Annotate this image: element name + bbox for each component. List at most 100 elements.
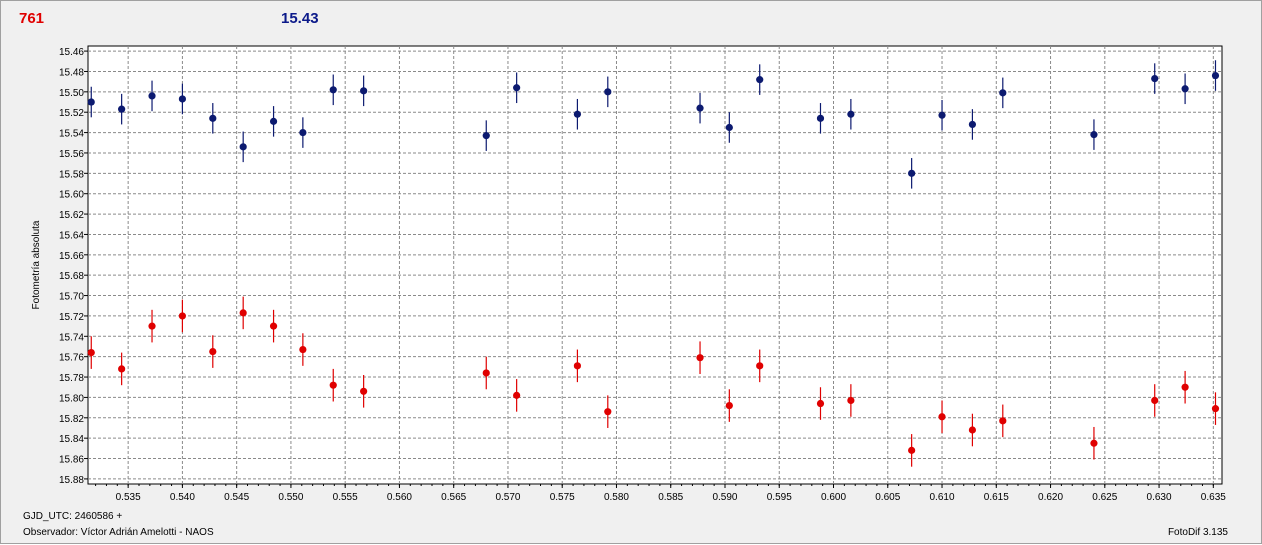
y-tick-label: 15.82 [59,414,84,425]
x-tick-label: 0.545 [224,492,249,503]
x-tick-label: 0.560 [387,492,412,503]
data-point [178,312,187,320]
version-label: FotoDif 3.135 [1167,527,1228,538]
x-tick-label: 0.535 [116,492,141,503]
y-axis-label: Fotometría absoluta [31,220,42,309]
data-point [299,128,307,137]
data-point [513,84,521,92]
x-tick-label: 0.635 [1201,492,1226,503]
y-tick-label: 15.68 [59,271,84,282]
y-tick-label: 15.66 [59,251,84,262]
x-tick-label: 0.570 [495,492,520,503]
observer-label: Observador: Víctor Adrián Amelotti - NAO… [23,527,214,538]
y-tick-label: 15.88 [59,475,84,486]
x-tick-label: 0.625 [1092,492,1117,503]
data-point [209,114,217,122]
x-tick-label: 0.605 [875,492,900,503]
data-point [269,117,278,125]
gjd-utc-label: GJD_UTC: 2460586 + [23,511,123,522]
data-point [239,143,247,151]
x-tick-label: 0.575 [550,492,575,503]
x-tick-label: 0.600 [821,492,846,503]
photometry-chart: 15.46 15.48 15.50 15.52 15.54 15.56 15.58 15.60… [31,45,1226,503]
data-point [118,105,126,113]
x-tick-label: 0.585 [658,492,683,503]
data-point [482,132,490,140]
x-tick-label: 0.580 [604,492,629,503]
x-axis-ticks: 0.535 0.540 0.545 0.550 0.555 0.560 0.565 0.570… [95,484,1226,503]
data-point [968,120,977,129]
y-tick-label: 15.48 [59,67,84,78]
x-tick-label: 0.595 [767,492,792,503]
data-point [1090,439,1098,447]
data-point [696,354,704,362]
y-tick-label: 15.64 [59,230,84,241]
y-tick-label: 15.56 [59,149,84,160]
data-point [1151,74,1159,83]
data-point [847,396,855,405]
data-point [1181,383,1189,391]
data-point [725,401,733,410]
x-tick-label: 0.555 [333,492,358,503]
y-tick-label: 15.60 [59,190,84,201]
data-point [1090,131,1098,139]
x-tick-label: 0.540 [170,492,195,503]
data-point [1211,405,1220,413]
x-tick-label: 0.630 [1147,492,1172,503]
x-tick-label: 0.590 [712,492,737,503]
data-point [87,98,95,106]
data-point [999,89,1007,97]
data-point [329,86,337,94]
data-point [118,365,126,373]
data-point [360,87,368,95]
data-point [725,123,733,132]
data-point [968,426,977,434]
data-point [239,309,247,317]
data-point [360,387,368,395]
y-tick-label: 15.46 [59,47,84,58]
data-point [604,408,612,416]
x-tick-label: 0.565 [441,492,466,503]
y-tick-label: 15.80 [59,393,84,404]
data-point [269,322,278,330]
data-point [1151,396,1159,405]
data-point [938,111,946,119]
data-point [908,169,916,177]
data-point [178,95,187,103]
y-axis-ticks: 15.46 15.48 15.50 15.52 15.54 15.56 15.58 15.60… [59,47,88,486]
x-tick-label: 0.620 [1038,492,1063,503]
y-tick-label: 15.72 [59,312,84,323]
y-tick-label: 15.84 [59,434,84,445]
chart-window: 761 15.43 15.46 15.48 15.50 15.52 15.54 15.56… [0,0,1262,544]
data-point [209,347,217,356]
y-tick-label: 15.74 [59,332,84,343]
data-point [816,399,825,408]
data-point [696,104,704,112]
data-point [482,369,490,377]
data-point [1181,85,1189,93]
data-point [148,92,156,100]
y-tick-label: 15.86 [59,455,84,466]
data-point [999,417,1007,425]
y-tick-label: 15.76 [59,353,84,364]
data-point [573,110,582,118]
y-tick-label: 15.70 [59,292,84,303]
plot-area [87,45,1223,485]
x-tick-label: 0.610 [930,492,955,503]
x-tick-label: 0.550 [278,492,303,503]
data-point [1211,71,1220,80]
data-point [513,391,521,399]
data-point [756,362,764,370]
y-tick-label: 15.62 [59,210,84,221]
data-point [299,345,307,354]
data-point [604,88,612,96]
y-tick-label: 15.78 [59,373,84,384]
y-tick-label: 15.50 [59,88,84,99]
data-point [148,322,156,330]
data-point [87,349,95,357]
data-point [756,76,764,84]
y-tick-label: 15.54 [59,129,84,140]
data-point [329,381,337,389]
data-point [847,110,855,118]
data-point [573,362,582,370]
